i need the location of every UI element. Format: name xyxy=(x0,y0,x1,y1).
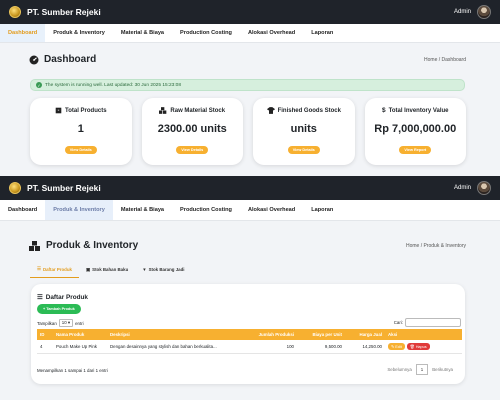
add-product-button[interactable]: + Tambah Produk xyxy=(37,304,81,314)
page-1-button[interactable]: 1 xyxy=(415,364,429,375)
menu-item-laporan[interactable]: Laporan xyxy=(303,200,341,220)
table-row: 4 Pouch Make Up Pink Dengan desainnya ya… xyxy=(37,340,462,354)
cell-name: Pouch Make Up Pink xyxy=(53,340,107,354)
next-page-button[interactable]: Berikutnya xyxy=(432,367,453,372)
table-info: Menampilkan 1 sampai 1 dari 1 entri xyxy=(37,368,108,373)
menu-item-laporan[interactable]: Laporan xyxy=(303,24,341,42)
menu-item-production-costing[interactable]: Production Costing xyxy=(172,200,240,220)
user-name[interactable]: Admin xyxy=(454,185,471,191)
boxes-icon xyxy=(29,240,40,251)
brand-name: PT. Sumber Rejeki xyxy=(27,183,101,193)
breadcrumb: Home / Dashboard xyxy=(424,56,466,63)
card-value: 1 xyxy=(77,123,84,135)
menu-item-material-biaya[interactable]: Material & Biaya xyxy=(113,200,172,220)
view-details-button[interactable]: View Details xyxy=(287,146,320,154)
view-details-button[interactable]: View Details xyxy=(64,146,97,154)
brand[interactable]: PT. Sumber Rejeki xyxy=(9,182,101,194)
top-navbar: PT. Sumber Rejeki Admin xyxy=(0,176,500,200)
breadcrumb: Home / Produk & Inventory xyxy=(405,242,466,249)
box-icon xyxy=(55,107,62,114)
cell-id: 4 xyxy=(37,340,53,354)
main-menu: Dashboard Produk & Inventory Material & … xyxy=(0,200,500,221)
card-raw-material-stock: Raw Material Stock 2300.00 units View De… xyxy=(141,98,243,165)
list-icon: ☰ xyxy=(37,266,41,271)
avatar[interactable] xyxy=(477,181,491,195)
entries-length: Tampilkan 10 ▾ entri xyxy=(37,319,84,327)
cell-quantity: 100 xyxy=(242,340,297,354)
column-header-unit-cost[interactable]: Biaya per Unit xyxy=(297,329,345,340)
company-logo-icon xyxy=(9,182,21,194)
card-title: Finished Goods Stock xyxy=(277,107,341,114)
menu-item-production-costing[interactable]: Production Costing xyxy=(172,24,240,42)
column-header-description[interactable]: Deskripsi xyxy=(107,329,242,340)
card-title: Total Products xyxy=(64,107,107,114)
card-total-inventory-value: $ Total Inventory Value Rp 7,000,000.00 … xyxy=(364,98,466,165)
cubes-icon: ▣ xyxy=(85,266,91,272)
menu-item-dashboard[interactable]: Dashboard xyxy=(0,24,46,42)
panel-title: ☰ Daftar Produk xyxy=(37,293,88,302)
shirt-icon xyxy=(266,107,275,114)
top-navbar: PT. Sumber Rejeki Admin xyxy=(0,0,500,24)
card-value: Rp 7,000,000.00 xyxy=(374,123,457,135)
search-input[interactable] xyxy=(405,318,461,327)
menu-item-alokasi-overhead[interactable]: Alokasi Overhead xyxy=(240,200,303,220)
cell-actions: ✎ Edit 🗑 Hapus xyxy=(385,340,462,354)
main-menu: Dashboard Produk & Inventory Material & … xyxy=(0,24,500,43)
card-total-products: Total Products 1 View Details xyxy=(30,98,132,165)
cell-description: Dengan desainnya yang stylish dan bahan … xyxy=(107,340,242,354)
table-search: Cari: xyxy=(394,318,461,327)
tab-daftar-produk[interactable]: ☰ Daftar Produk xyxy=(30,262,79,278)
cubes-icon xyxy=(159,107,167,114)
column-header-actions: Aksi xyxy=(388,332,398,337)
pagination: Sebelumnya 1 Berikutnya xyxy=(387,364,453,375)
user-name[interactable]: Admin xyxy=(454,9,471,15)
page-title: Dashboard xyxy=(29,54,96,65)
card-title: Total Inventory Value xyxy=(388,107,449,114)
prev-page-button[interactable]: Sebelumnya xyxy=(387,367,411,372)
status-alert-text: The system is running well. Last updated… xyxy=(45,82,181,88)
cell-price: 14,250.00 xyxy=(345,340,385,354)
delete-button[interactable]: 🗑 Hapus xyxy=(406,343,430,350)
inventory-screen: PT. Sumber Rejeki Admin Dashboard Produk… xyxy=(0,176,500,400)
card-title: Raw Material Stock xyxy=(170,107,226,114)
dashboard-screen: PT. Sumber Rejeki Admin Dashboard Produk… xyxy=(0,0,500,165)
entries-select[interactable]: 10 ▾ xyxy=(58,319,74,327)
column-header-id[interactable]: ID xyxy=(37,329,53,340)
inventory-tabs: ☰ Daftar Produk ▣ Stok Bahan Baku ▼ Stok… xyxy=(30,262,191,278)
page-title: Produk & Inventory xyxy=(29,240,138,251)
shirt-icon: ▼ xyxy=(142,267,147,272)
product-list-panel: ☰ Daftar Produk + Tambah Produk Tampilka… xyxy=(31,284,465,384)
dollar-icon: $ xyxy=(381,107,386,114)
card-value: 2300.00 units xyxy=(157,123,227,135)
table-header-row: ID Nama Produk Deskripsi Jumlah Produksi… xyxy=(37,329,462,340)
status-alert: ✓ The system is running well. Last updat… xyxy=(30,79,465,91)
view-details-button[interactable]: View Details xyxy=(176,146,209,154)
company-logo-icon xyxy=(9,6,21,18)
menu-item-alokasi-overhead[interactable]: Alokasi Overhead xyxy=(240,24,303,42)
column-header-quantity[interactable]: Jumlah Produksi xyxy=(242,329,297,340)
edit-button[interactable]: ✎ Edit xyxy=(388,343,405,350)
dashboard-gauge-icon xyxy=(29,55,39,64)
tab-stok-bahan-baku[interactable]: ▣ Stok Bahan Baku xyxy=(79,262,135,278)
list-icon: ☰ xyxy=(37,294,43,301)
menu-item-material-biaya[interactable]: Material & Biaya xyxy=(113,24,172,42)
card-finished-goods-stock: Finished Goods Stock units View Details xyxy=(253,98,355,165)
brand[interactable]: PT. Sumber Rejeki xyxy=(9,6,101,18)
menu-item-produk-inventory[interactable]: Produk & Inventory xyxy=(45,200,113,220)
column-header-price[interactable]: Harga Jual xyxy=(345,329,385,340)
product-table: ID Nama Produk Deskripsi Jumlah Produksi… xyxy=(37,329,462,354)
column-header-name[interactable]: Nama Produk xyxy=(53,329,107,340)
check-circle-icon: ✓ xyxy=(36,82,42,88)
cell-unit-cost: 9,500.00 xyxy=(297,340,345,354)
card-value: units xyxy=(290,123,317,135)
menu-item-dashboard[interactable]: Dashboard xyxy=(0,200,45,220)
avatar[interactable] xyxy=(477,5,491,19)
view-report-button[interactable]: View Report xyxy=(399,146,432,154)
brand-name: PT. Sumber Rejeki xyxy=(27,7,101,17)
tab-stok-barang-jadi[interactable]: ▼ Stok Barang Jadi xyxy=(135,262,191,278)
menu-item-produk-inventory[interactable]: Produk & Inventory xyxy=(45,24,113,42)
